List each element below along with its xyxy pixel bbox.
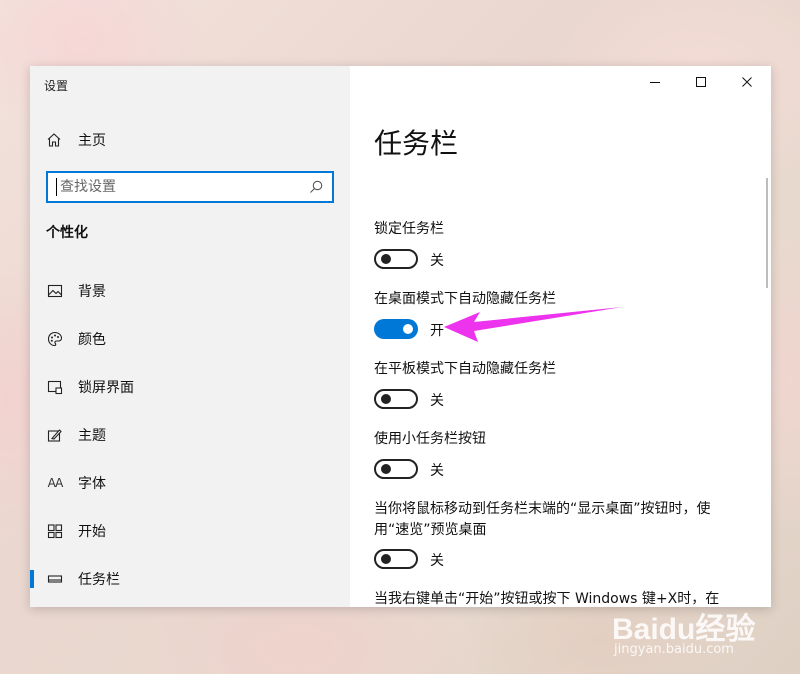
start-icon bbox=[47, 524, 63, 539]
settings-window: 设置 主页 个性化 背景 bbox=[30, 66, 771, 607]
small-buttons-toggle[interactable] bbox=[374, 459, 418, 479]
sidebar-item-colors[interactable]: 颜色 bbox=[30, 319, 350, 359]
sidebar: 设置 主页 个性化 背景 bbox=[30, 66, 350, 607]
toggle-knob bbox=[381, 254, 391, 264]
toggle-state-text: 关 bbox=[430, 463, 444, 479]
maximize-icon bbox=[696, 77, 706, 87]
section-title: 个性化 bbox=[46, 225, 88, 241]
sidebar-item-label: 开始 bbox=[78, 524, 106, 540]
sidebar-item-taskbar[interactable]: 任务栏 bbox=[30, 559, 350, 599]
close-button[interactable] bbox=[724, 66, 770, 98]
setting-lock-taskbar-label: 锁定任务栏 bbox=[374, 221, 444, 237]
peek-toggle[interactable] bbox=[374, 549, 418, 569]
toggle-state-text: 关 bbox=[430, 253, 444, 269]
toggle-state-text: 关 bbox=[430, 553, 444, 569]
toggle-knob bbox=[381, 464, 391, 474]
toggle-knob bbox=[381, 554, 391, 564]
sidebar-item-label: 字体 bbox=[78, 476, 106, 492]
page-title: 任务栏 bbox=[374, 127, 459, 160]
font-icon: AA bbox=[47, 476, 64, 490]
sidebar-item-home-label: 主页 bbox=[78, 133, 106, 149]
toggle-knob bbox=[403, 324, 413, 334]
maximize-button[interactable] bbox=[678, 66, 724, 98]
window-title: 设置 bbox=[44, 79, 69, 93]
sidebar-item-themes[interactable]: 主题 bbox=[30, 415, 350, 455]
minimize-icon bbox=[650, 82, 660, 83]
sidebar-item-start[interactable]: 开始 bbox=[30, 511, 350, 551]
lock-screen-icon bbox=[47, 380, 63, 395]
toggle-state-text: 关 bbox=[430, 393, 444, 409]
baidu-watermark: Baidu经验 jingyan.baidu.com bbox=[612, 604, 792, 668]
selection-indicator bbox=[30, 570, 34, 588]
taskbar-icon bbox=[47, 575, 63, 583]
theme-icon bbox=[47, 429, 62, 442]
sidebar-item-label: 主题 bbox=[78, 428, 106, 444]
minimize-button[interactable] bbox=[632, 66, 678, 98]
autohide-tablet-toggle[interactable] bbox=[374, 389, 418, 409]
home-icon bbox=[47, 133, 61, 147]
close-icon bbox=[742, 77, 752, 87]
search-icon[interactable] bbox=[308, 179, 324, 195]
lock-taskbar-toggle[interactable] bbox=[374, 249, 418, 269]
sidebar-item-fonts[interactable]: AA 字体 bbox=[30, 463, 350, 503]
palette-icon bbox=[47, 331, 63, 347]
watermark-url: jingyan.baidu.com bbox=[614, 642, 734, 657]
setting-autohide-tablet-label: 在平板模式下自动隐藏任务栏 bbox=[374, 361, 556, 377]
sidebar-item-label: 颜色 bbox=[78, 332, 106, 348]
setting-small-buttons-label: 使用小任务栏按钮 bbox=[374, 431, 486, 447]
scrollbar-thumb[interactable] bbox=[766, 178, 768, 288]
search-box[interactable] bbox=[46, 171, 334, 203]
sidebar-item-lock-screen[interactable]: 锁屏界面 bbox=[30, 367, 350, 407]
setting-peek-label: 当你将鼠标移动到任务栏末端的“显示桌面”按钮时，使用“速览”预览桌面 bbox=[374, 501, 711, 538]
picture-icon bbox=[47, 284, 63, 298]
sidebar-item-home[interactable]: 主页 bbox=[46, 128, 106, 152]
toggle-knob bbox=[381, 394, 391, 404]
annotation-arrow bbox=[444, 307, 622, 342]
sidebar-item-background[interactable]: 背景 bbox=[30, 271, 350, 311]
autohide-desktop-toggle[interactable] bbox=[374, 319, 418, 339]
sidebar-item-label: 背景 bbox=[78, 284, 106, 300]
sidebar-item-label: 任务栏 bbox=[78, 572, 120, 588]
search-input[interactable] bbox=[56, 178, 308, 196]
sidebar-item-label: 锁屏界面 bbox=[78, 380, 134, 396]
